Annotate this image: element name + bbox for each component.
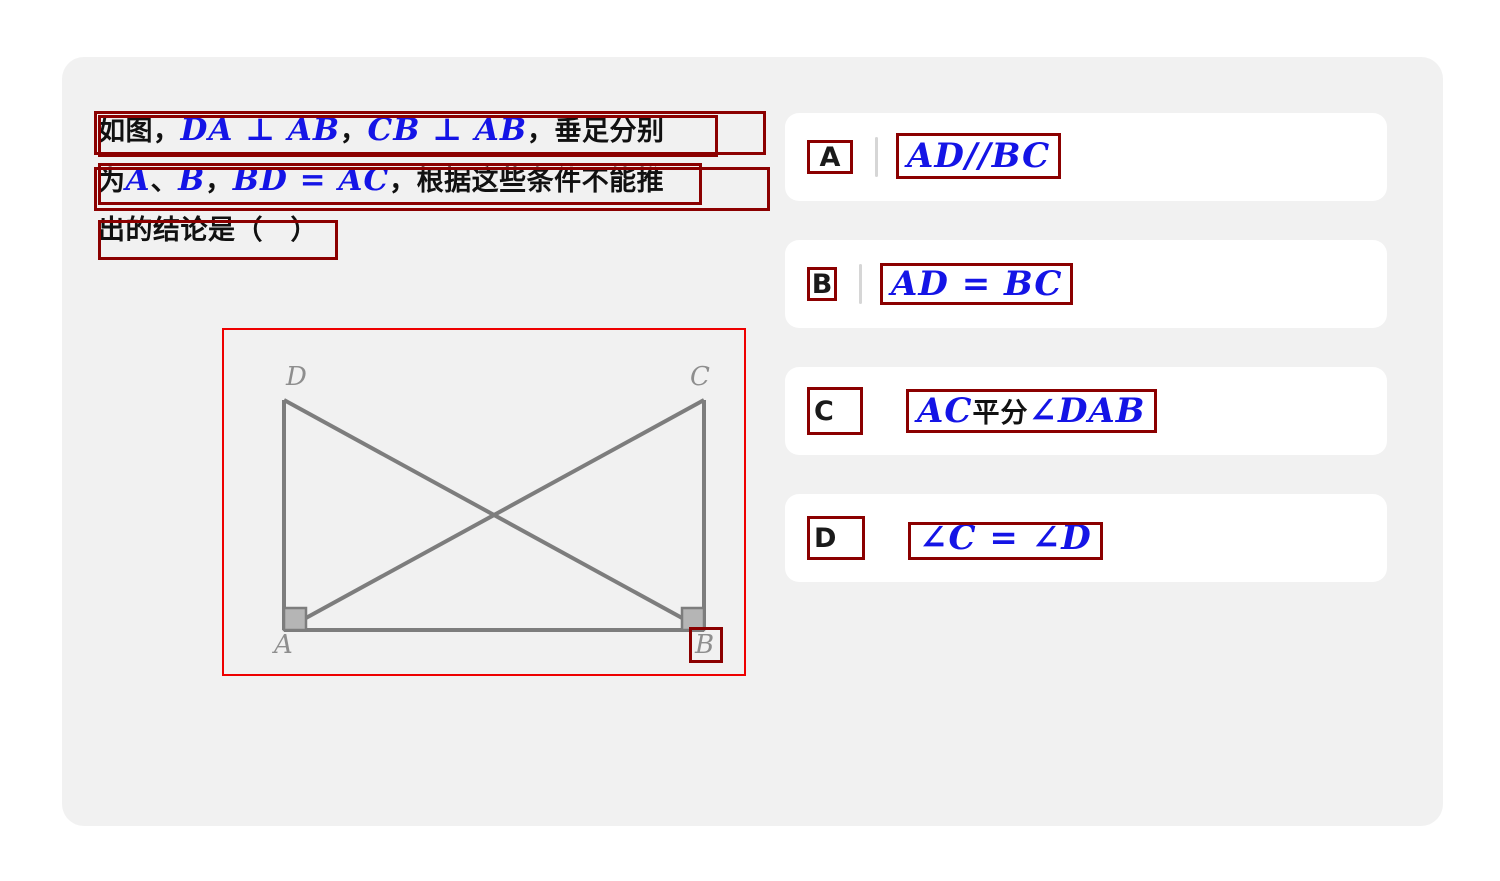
option-card-b[interactable]: B AD = BC bbox=[785, 240, 1387, 328]
option-letter-a: A bbox=[807, 140, 853, 174]
option-letter-b: B bbox=[807, 267, 837, 301]
annotation-box-option-c-formula: AC平分∠DAB bbox=[906, 389, 1157, 433]
question-line-1-tail: ，垂足分别 bbox=[527, 116, 665, 147]
right-angle-mark-A bbox=[282, 606, 308, 632]
option-divider-b bbox=[859, 264, 862, 304]
figure-label-C: C bbox=[690, 362, 710, 392]
option-letter-d: D bbox=[807, 516, 865, 560]
question-line-1-math-2: CB ⊥ AB bbox=[367, 112, 528, 148]
annotation-box-option-d-formula: ∠C = ∠D bbox=[908, 522, 1103, 560]
screenshot-root: 如图，DA ⊥ AB，CB ⊥ AB，垂足分别 为A、B，BD = AC，根据这… bbox=[0, 0, 1500, 881]
option-formula-b: AD = BC bbox=[891, 264, 1063, 304]
question-line-2-separator: 、 bbox=[150, 166, 179, 197]
question-line-2: 为A、B，BD = AC，根据这些条件不能推 bbox=[98, 155, 758, 205]
question-line-2-math-2: B bbox=[178, 162, 206, 198]
question-line-1-math-1: DA ⊥ AB bbox=[180, 112, 341, 148]
geometry-figure: D C A B bbox=[222, 328, 746, 676]
figure-label-A: A bbox=[274, 630, 293, 660]
question-line-2-math-1: A bbox=[125, 162, 151, 198]
option-formula-c-math-1: AC bbox=[917, 391, 973, 431]
option-formula-a: AD//BC bbox=[907, 135, 1051, 176]
question-line-1-text-a: 如图， bbox=[98, 116, 181, 147]
option-divider-a bbox=[875, 137, 878, 177]
question-stem: 如图，DA ⊥ AB，CB ⊥ AB，垂足分别 为A、B，BD = AC，根据这… bbox=[98, 105, 758, 255]
annotation-box-option-b-formula: AD = BC bbox=[880, 263, 1074, 305]
option-letter-c: C bbox=[807, 387, 863, 435]
question-panel: 如图，DA ⊥ AB，CB ⊥ AB，垂足分别 为A、B，BD = AC，根据这… bbox=[62, 57, 1443, 826]
option-formula-c-math-2: ∠DAB bbox=[1028, 391, 1146, 431]
question-line-2-tail: ，根据这些条件不能推 bbox=[389, 166, 665, 197]
option-card-d[interactable]: D ∠C = ∠D bbox=[785, 494, 1387, 582]
question-line-1: 如图，DA ⊥ AB，CB ⊥ AB，垂足分别 bbox=[98, 105, 758, 155]
question-line-1-comma-1: ， bbox=[340, 116, 368, 147]
question-line-3-text: 出的结论是（ ） bbox=[98, 215, 318, 246]
annotation-box-figure-label-B bbox=[689, 627, 723, 663]
question-line-2-text-a: 为 bbox=[98, 166, 126, 197]
annotation-box-option-a-formula: AD//BC bbox=[896, 133, 1062, 179]
question-line-2-math-3: BD = AC bbox=[232, 162, 390, 198]
option-card-a[interactable]: A AD//BC bbox=[785, 113, 1387, 201]
figure-label-D: D bbox=[286, 362, 307, 392]
question-line-3: 出的结论是（ ） bbox=[98, 205, 758, 255]
question-line-2-comma: ， bbox=[205, 166, 233, 197]
options-list: A AD//BC B AD = BC C AC平分∠DAB D ∠C = ∠D bbox=[785, 113, 1387, 621]
option-formula-c-zh: 平分 bbox=[972, 398, 1029, 429]
option-formula-d: ∠C = ∠D bbox=[919, 522, 1092, 558]
option-formula-c: AC平分∠DAB bbox=[909, 391, 1154, 431]
option-card-c[interactable]: C AC平分∠DAB bbox=[785, 367, 1387, 455]
